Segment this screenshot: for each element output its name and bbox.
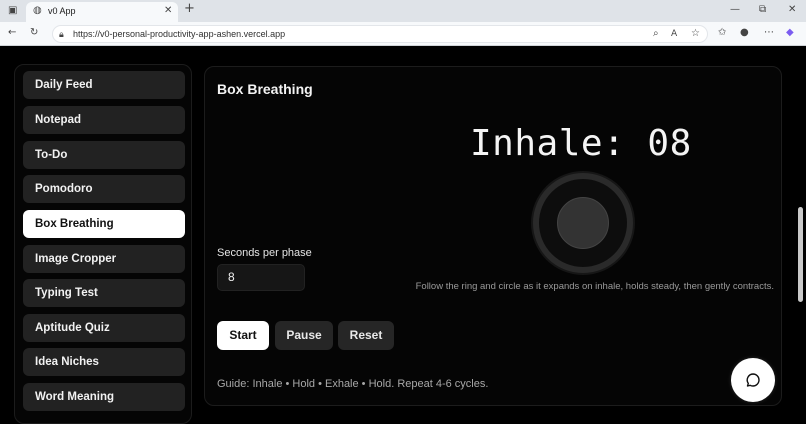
seconds-per-phase-input[interactable]: 8 xyxy=(217,264,305,291)
reset-button[interactable]: Reset xyxy=(338,321,394,350)
close-window-icon[interactable]: ✕ xyxy=(788,4,796,16)
scrollbar-thumb[interactable] xyxy=(798,207,803,302)
tab-title: v0 App xyxy=(48,6,76,16)
url-field[interactable]: 🔒︎ https://v0-personal-productivity-app-… xyxy=(52,25,708,43)
close-tab-icon[interactable]: ✕ xyxy=(164,5,172,17)
sidebar-item-idea-niches[interactable]: Idea Niches xyxy=(23,348,185,376)
minimize-icon[interactable]: — xyxy=(730,4,740,16)
box-breathing-panel: Box Breathing Inhale: 08 Seconds per pha… xyxy=(204,66,782,406)
copilot-icon[interactable]: ◆ xyxy=(786,27,794,39)
zoom-icon[interactable]: ⌕ xyxy=(653,28,659,40)
more-options-icon[interactable]: ⋯ xyxy=(764,27,774,39)
address-bar-row: ← ↻ 🔒︎ https://v0-personal-productivity-… xyxy=(0,22,806,46)
sidebar-item-box-breathing[interactable]: Box Breathing xyxy=(23,210,185,238)
browser-tab-bar: ▣ ◍ v0 App ✕ + — ⧉ ✕ xyxy=(0,0,806,22)
read-aloud-icon[interactable]: A xyxy=(671,28,677,40)
sidebar: Daily Feed Notepad To-Do Pomodoro Box Br… xyxy=(14,64,192,424)
sidebar-item-to-do[interactable]: To-Do xyxy=(23,141,185,169)
chat-bubble-icon xyxy=(746,373,760,387)
url-text: https://v0-personal-productivity-app-ash… xyxy=(73,29,286,39)
sidebar-item-daily-feed[interactable]: Daily Feed xyxy=(23,71,185,99)
sidebar-item-pomodoro[interactable]: Pomodoro xyxy=(23,175,185,203)
phase-countdown: Inhale: 08 xyxy=(470,123,692,164)
browser-tab[interactable]: ◍ v0 App ✕ xyxy=(26,2,178,22)
sidebar-item-word-meaning[interactable]: Word Meaning xyxy=(23,383,185,411)
breathing-circle xyxy=(557,197,609,249)
seconds-per-phase-label: Seconds per phase xyxy=(217,247,312,259)
breathing-hint: Follow the ring and circle as it expands… xyxy=(415,281,774,292)
profile-avatar-icon[interactable]: ● xyxy=(740,27,749,39)
breathing-ring xyxy=(533,173,633,273)
page-scrollbar[interactable] xyxy=(794,47,806,420)
chat-button[interactable] xyxy=(731,358,775,402)
globe-icon: ◍ xyxy=(33,5,42,16)
page-title: Box Breathing xyxy=(217,81,313,97)
start-button[interactable]: Start xyxy=(217,321,269,350)
sidebar-item-notepad[interactable]: Notepad xyxy=(23,106,185,134)
sidebar-item-image-cropper[interactable]: Image Cropper xyxy=(23,245,185,273)
guide-text: Guide: Inhale • Hold • Exhale • Hold. Re… xyxy=(217,378,489,390)
sidebar-item-typing-test[interactable]: Typing Test xyxy=(23,279,185,307)
favorite-icon[interactable]: ☆ xyxy=(691,28,700,40)
refresh-icon[interactable]: ↻ xyxy=(30,27,38,39)
favorites-icon[interactable]: ✩ xyxy=(718,27,726,39)
tab-actions-icon[interactable]: ▣ xyxy=(8,5,17,17)
pause-button[interactable]: Pause xyxy=(275,321,333,350)
new-tab-icon[interactable]: + xyxy=(184,2,195,15)
restore-icon[interactable]: ⧉ xyxy=(759,4,766,16)
back-icon[interactable]: ← xyxy=(8,27,16,39)
sidebar-item-aptitude-quiz[interactable]: Aptitude Quiz xyxy=(23,314,185,342)
lock-icon: 🔒︎ xyxy=(59,30,64,40)
